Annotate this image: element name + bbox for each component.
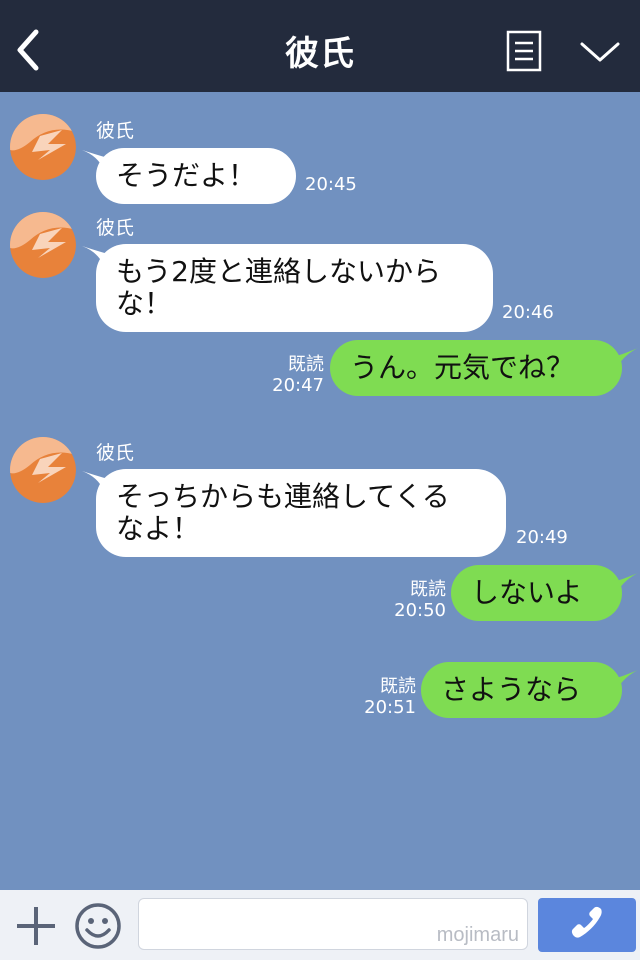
message-text: そっちからも連絡してくる なよ！: [116, 480, 450, 545]
chat-area[interactable]: 彼氏 そうだよ！ 20:45 彼氏 もう2度と連絡しないから な！ 20:46 …: [0, 92, 640, 890]
message-bubble-outgoing[interactable]: うん。元気でね？: [330, 340, 622, 396]
message-bubble-outgoing[interactable]: しないよ: [451, 565, 622, 621]
read-receipt: 既読 20:51: [362, 676, 416, 718]
message-bubble-incoming[interactable]: そっちからも連絡してくる なよ！: [96, 469, 506, 557]
read-receipt: 既読 20:50: [392, 579, 446, 621]
read-label: 既読: [380, 676, 416, 697]
emoji-button[interactable]: [74, 902, 122, 950]
timestamp: 20:51: [364, 697, 416, 718]
message-bubble-incoming[interactable]: そうだよ！: [96, 148, 296, 204]
read-label: 既読: [410, 579, 446, 600]
message-bubble-outgoing[interactable]: さようなら: [421, 662, 622, 718]
chat-title: 彼氏: [285, 34, 355, 74]
menu-list-icon: [506, 30, 542, 72]
timestamp: 20:49: [516, 527, 568, 548]
chevron-down-icon: [580, 42, 620, 62]
avatar-image: [10, 212, 76, 278]
avatar[interactable]: [10, 114, 76, 180]
avatar-image: [10, 114, 76, 180]
message-text: そうだよ！: [116, 159, 257, 192]
read-receipt: 既読 20:47: [270, 354, 324, 396]
message-text: うん。元気でね？: [350, 351, 575, 384]
sender-name: 彼氏: [96, 442, 135, 464]
sender-name: 彼氏: [96, 217, 135, 239]
message-text: もう2度と連絡しないから な！: [116, 255, 441, 320]
call-button[interactable]: [538, 898, 636, 952]
avatar[interactable]: [10, 437, 76, 503]
chevron-left-icon: [17, 29, 39, 71]
timestamp: 20:45: [305, 174, 357, 195]
add-button[interactable]: [14, 904, 58, 948]
header-bar: 彼氏: [0, 0, 640, 92]
watermark: mojimaru: [436, 924, 519, 946]
smiley-icon: [75, 903, 121, 949]
timestamp: 20:47: [272, 375, 324, 396]
phone-icon: [571, 906, 602, 938]
back-button[interactable]: [10, 22, 50, 78]
message-bubble-incoming[interactable]: もう2度と連絡しないから な！: [96, 244, 493, 332]
sender-name: 彼氏: [96, 120, 135, 142]
avatar-image: [10, 437, 76, 503]
avatar[interactable]: [10, 212, 76, 278]
menu-button[interactable]: [504, 30, 544, 72]
collapse-button[interactable]: [576, 34, 624, 68]
read-label: 既読: [288, 354, 324, 375]
timestamp: 20:46: [502, 302, 554, 323]
message-text: さようなら: [441, 673, 582, 706]
message-text: しないよ: [471, 576, 583, 609]
plus-icon: [17, 907, 55, 945]
message-input[interactable]: mojimaru: [138, 898, 528, 950]
input-bar: mojimaru: [0, 890, 640, 960]
timestamp: 20:50: [394, 600, 446, 621]
